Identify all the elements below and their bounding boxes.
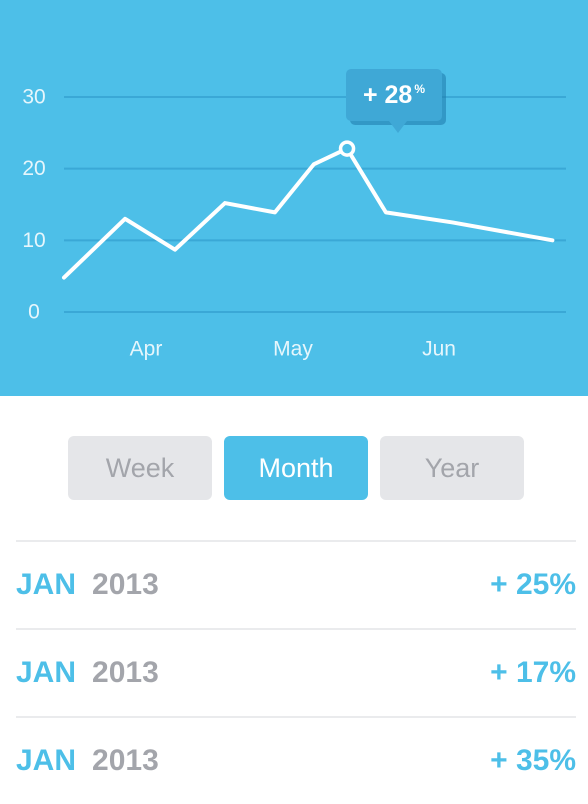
tooltip-unit: %	[414, 82, 426, 96]
period-selector: Week Month Year	[68, 436, 524, 500]
y-tick-label: 30	[22, 86, 45, 109]
row-change: + 25%	[490, 568, 576, 601]
row-change: + 17%	[490, 656, 576, 689]
list-item[interactable]: JAN 2013 + 35%	[16, 716, 576, 804]
row-month: JAN	[16, 656, 77, 689]
x-tick-label: May	[273, 338, 313, 361]
stats-list: JAN 2013 + 25% JAN 2013 + 17% JAN 2013 +…	[16, 540, 576, 804]
row-year: 2013	[92, 656, 159, 689]
y-tick-label: 0	[28, 301, 40, 324]
list-item[interactable]: JAN 2013 + 17%	[16, 628, 576, 716]
tooltip-pointer	[389, 121, 407, 133]
month-button[interactable]: Month	[224, 436, 368, 500]
week-button[interactable]: Week	[68, 436, 212, 500]
line-chart: 0 10 20 30 Apr May Jun	[22, 86, 566, 361]
y-tick-label: 10	[22, 229, 45, 252]
row-month: JAN	[16, 744, 77, 777]
tooltip-value: + 28	[362, 80, 413, 109]
x-tick-label: Apr	[130, 338, 163, 361]
row-change: + 35%	[490, 744, 576, 777]
row-month: JAN	[16, 568, 77, 601]
highlight-point	[338, 140, 356, 157]
x-tick-label: Jun	[422, 338, 456, 361]
year-button[interactable]: Year	[380, 436, 524, 500]
row-year: 2013	[92, 568, 159, 601]
row-year: 2013	[92, 744, 159, 777]
chart-tooltip: + 28%	[346, 69, 442, 121]
chart-panel: 0 10 20 30 Apr May Jun + 28%	[0, 0, 588, 396]
list-item[interactable]: JAN 2013 + 25%	[16, 540, 576, 628]
y-tick-label: 20	[22, 157, 45, 180]
